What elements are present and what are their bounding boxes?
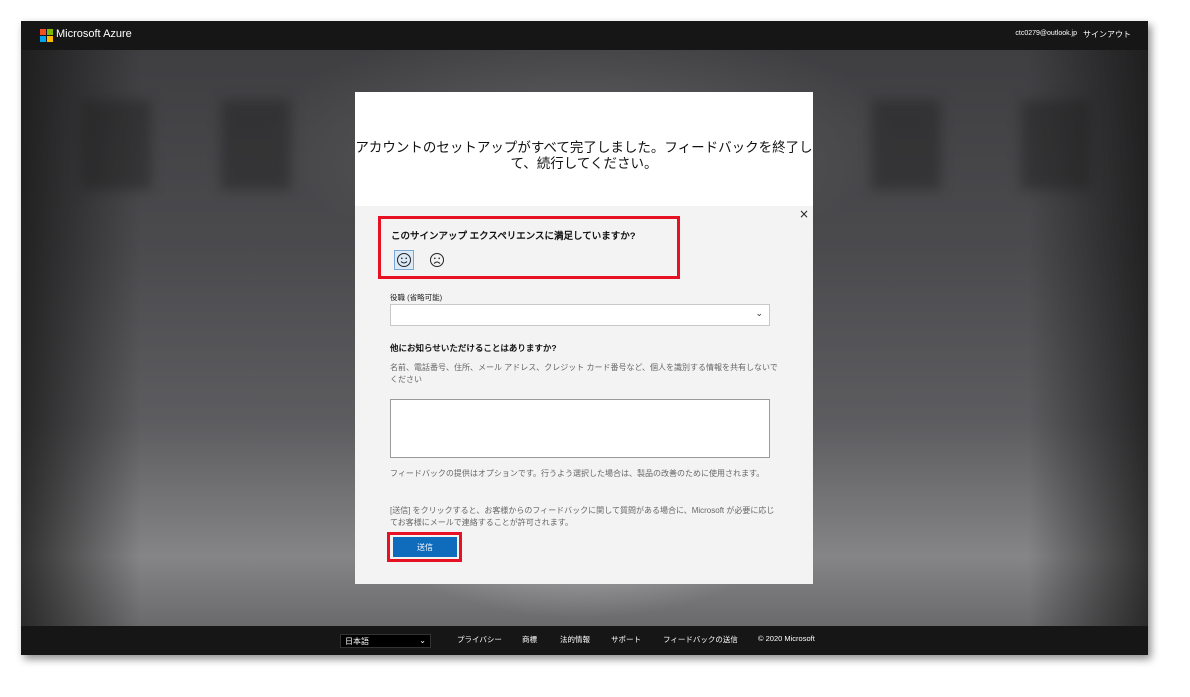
satisfaction-highlight: [378, 216, 680, 279]
footer-link-privacy[interactable]: プライバシー: [457, 634, 502, 645]
footer-link-feedback[interactable]: フィードバックの送信: [663, 634, 738, 645]
footer-bar: 日本語 ⌄ プライバシー 商標 法的情報 サポート フィードバックの送信 © 2…: [21, 626, 1148, 655]
frown-face-icon[interactable]: [427, 250, 447, 270]
dialog-title: アカウントのセットアップがすべて完了しました。フィードバックを終了して、続行して…: [355, 140, 813, 171]
top-bar: Microsoft Azure ctc0279@outlook.jp サインアウ…: [21, 21, 1148, 50]
signout-link[interactable]: サインアウト: [1083, 29, 1131, 40]
footer-link-trademark[interactable]: 商標: [522, 634, 537, 645]
satisfaction-question: このサインアップ エクスペリエンスに満足していますか?: [391, 231, 636, 242]
consent-note: [送信] をクリックすると、お客様からのフィードバックに関して質問がある場合に、…: [390, 506, 775, 527]
submit-button[interactable]: 送信: [393, 537, 457, 557]
optional-note: フィードバックの提供はオプションです。行うよう選択した場合は、製品の改善のために…: [390, 469, 765, 478]
smile-face-icon[interactable]: [394, 250, 414, 270]
footer-link-support[interactable]: サポート: [611, 634, 641, 645]
footer-link-legal[interactable]: 法的情報: [560, 634, 590, 645]
language-value: 日本語: [345, 637, 369, 646]
chevron-down-icon: ⌄: [419, 636, 426, 645]
language-select[interactable]: 日本語 ⌄: [340, 634, 431, 648]
copyright: © 2020 Microsoft: [758, 634, 815, 643]
dialog-header: アカウントのセットアップがすべて完了しました。フィードバックを終了して、続行して…: [355, 92, 813, 206]
role-label: 役職 (省略可能): [390, 293, 443, 302]
brand-name[interactable]: Microsoft Azure: [56, 28, 132, 40]
browser-frame: Microsoft Azure ctc0279@outlook.jp サインアウ…: [21, 21, 1148, 655]
chevron-down-icon: ⌄: [755, 309, 763, 319]
close-icon[interactable]: ×: [799, 207, 809, 221]
privacy-hint: 名前、電話番号、住所、メール アドレス、クレジット カード番号など、個人を識別す…: [390, 363, 778, 384]
user-email[interactable]: ctc0279@outlook.jp: [1015, 30, 1077, 37]
role-select[interactable]: ⌄: [390, 304, 770, 326]
microsoft-logo-icon: [40, 29, 53, 42]
comment-textarea[interactable]: [390, 399, 770, 458]
feedback-dialog: アカウントのセットアップがすべて完了しました。フィードバックを終了して、続行して…: [355, 92, 813, 584]
more-info-question: 他にお知らせいただけることはありますか?: [390, 343, 557, 353]
